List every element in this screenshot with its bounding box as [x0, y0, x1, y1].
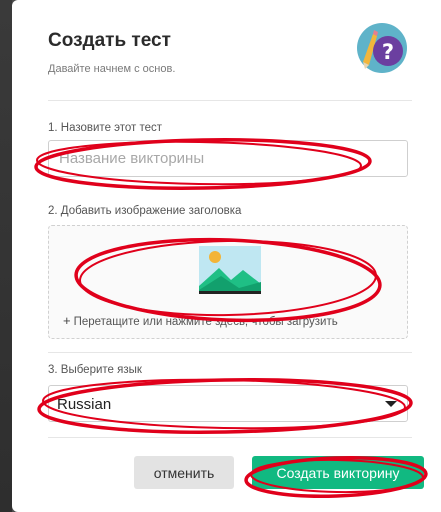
plus-icon: + [63, 313, 71, 328]
image-placeholder-icon [199, 246, 261, 294]
create-quiz-dialog: Создать тест Давайте начнем с основ. ? 1… [12, 0, 441, 512]
image-section-label: 2. Добавить изображение заголовка [48, 205, 242, 217]
background-window-edge [0, 0, 12, 512]
language-section-label: 3. Выберите язык [48, 364, 142, 376]
upload-hint-text: Перетащите или нажмите здесь, чтобы загр… [73, 316, 338, 328]
quiz-name-input[interactable] [48, 140, 408, 177]
caret-down-icon [385, 401, 397, 407]
create-quiz-button[interactable]: Создать викторину [252, 456, 424, 489]
screen: Создать тест Давайте начнем с основ. ? 1… [0, 0, 441, 512]
language-select[interactable]: Russian [48, 385, 408, 422]
pencil-question-icon: ? [357, 23, 407, 73]
image-divider [48, 352, 412, 353]
name-section-label: 1. Назовите этот тест [48, 122, 163, 134]
dialog-title: Создать тест [48, 30, 171, 51]
header-divider [48, 100, 412, 101]
footer-divider [48, 437, 412, 438]
svg-text:?: ? [382, 40, 394, 64]
upload-hint: + Перетащите или нажмите здесь, чтобы заг… [63, 313, 338, 328]
header-image-dropzone[interactable]: + Перетащите или нажмите здесь, чтобы заг… [48, 225, 408, 339]
cancel-button[interactable]: отменить [134, 456, 234, 489]
dialog-subtitle: Давайте начнем с основ. [48, 63, 176, 75]
language-selected-value: Russian [57, 396, 112, 413]
